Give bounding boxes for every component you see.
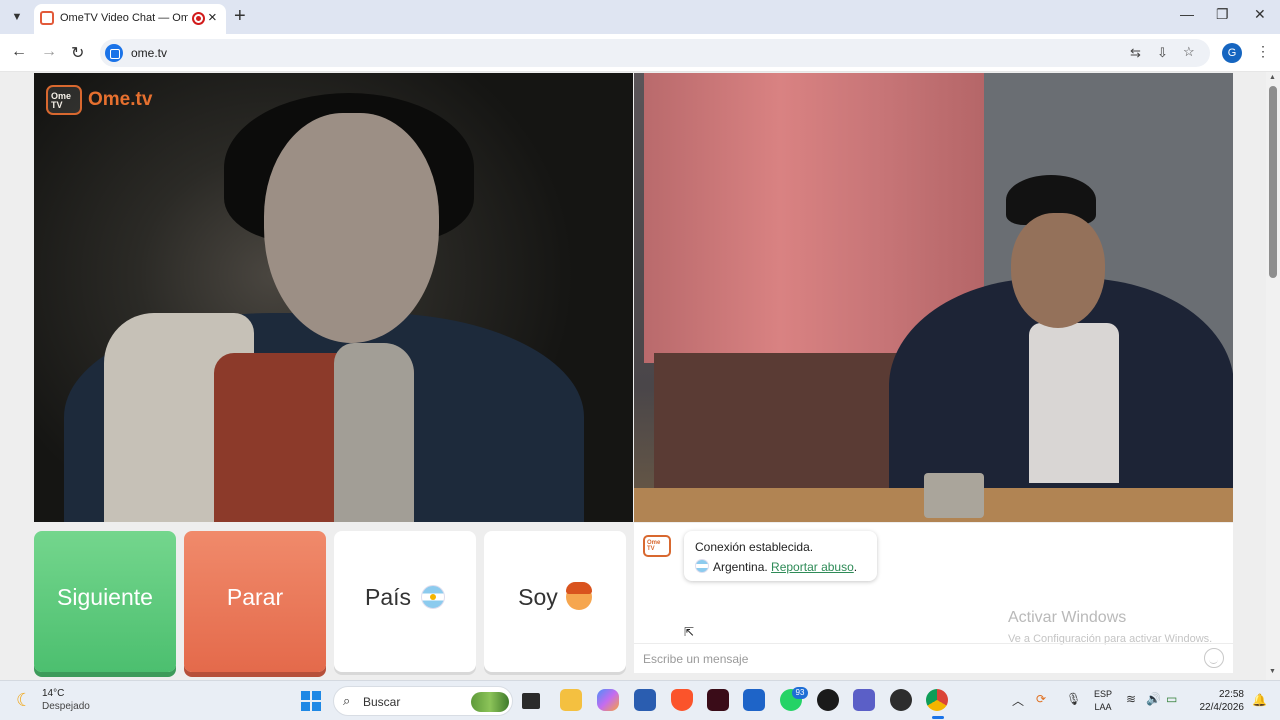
gender-button-label: Soy (518, 584, 558, 610)
local-face (1011, 213, 1105, 328)
next-button-label: Siguiente (57, 584, 153, 610)
microphone-icon[interactable]: 🎙 (1066, 692, 1081, 706)
stranger-country: Argentina. (713, 560, 768, 574)
chrome-icon[interactable] (926, 689, 948, 711)
obs-icon[interactable] (890, 689, 912, 711)
system-message: Conexión establecida. Argentina. Reporta… (684, 531, 877, 581)
stop-button[interactable]: Parar (184, 531, 326, 672)
teams-icon[interactable] (853, 689, 875, 711)
weather-condition[interactable]: Despejado (42, 701, 90, 712)
gender-button[interactable]: Soy (484, 531, 626, 672)
start-icon[interactable] (301, 691, 321, 711)
outlook-icon[interactable] (743, 689, 765, 711)
keyboard-layout: LAA (1094, 702, 1112, 712)
address-bar[interactable]: ome.tv ⇆ ⇩ ☆ (100, 39, 1210, 67)
valorant-icon[interactable] (707, 689, 729, 711)
volume-icon[interactable]: 🔊 (1146, 692, 1161, 706)
task-view-icon[interactable] (522, 693, 540, 709)
translate-icon[interactable]: ⇆ (1130, 45, 1141, 61)
menu-icon[interactable]: ⋮ (1256, 43, 1270, 60)
minimize-icon[interactable]: — (1180, 6, 1194, 22)
taskbar-search[interactable]: ⌕ Buscar (333, 686, 513, 716)
store-icon[interactable] (634, 689, 656, 711)
remote-video: Ome TV Ome.tv (34, 73, 633, 522)
ometv-favicon-icon (40, 11, 54, 25)
clock[interactable]: 22:58 22/4/2026 (1198, 688, 1245, 714)
language-code: ESP (1094, 689, 1113, 699)
next-button[interactable]: Siguiente (34, 531, 176, 672)
logo-badge-text: Ome TV (51, 91, 72, 110)
active-tab[interactable]: OmeTV Video Chat — Omegle × (34, 4, 226, 34)
stranger-country-line: Argentina. Reportar abuso. (695, 559, 857, 574)
chat-logo-text: Ome TV (647, 540, 661, 552)
file-explorer-icon[interactable] (560, 689, 582, 711)
forward-icon[interactable]: → (41, 43, 57, 61)
site-info-icon[interactable] (105, 44, 123, 62)
chat-tv-logo-icon: Ome TV (643, 535, 671, 557)
country-button[interactable]: País (334, 531, 476, 672)
install-icon[interactable]: ⇩ (1157, 45, 1168, 61)
chrome-active-indicator (932, 716, 944, 719)
bell-icon[interactable]: 🔔 (1252, 693, 1267, 707)
country-button-label: País (364, 584, 412, 610)
browser-toolbar: ← → ↻ ome.tv ⇆ ⇩ ☆ G ⋮ (0, 34, 1280, 72)
recorder-icon[interactable] (817, 689, 839, 711)
logo-wordmark: Ome.tv (88, 89, 153, 110)
new-tab-icon[interactable]: + (234, 5, 246, 28)
remote-face (264, 113, 439, 343)
tray-overflow-icon[interactable]: ︿ (1012, 692, 1024, 709)
argentina-small-flag-icon (695, 559, 709, 573)
message-input[interactable] (634, 644, 1194, 673)
battery-icon[interactable]: ▭ (1166, 692, 1177, 706)
moon-icon[interactable]: ☾ (16, 690, 32, 711)
star-icon[interactable]: ☆ (1183, 44, 1195, 60)
tab-strip: ▼ OmeTV Video Chat — Omegle × + — ❐ ✕ (0, 0, 1280, 34)
argentina-flag-icon (421, 584, 446, 609)
url-text[interactable]: ome.tv (131, 46, 167, 60)
brave-icon[interactable] (671, 689, 693, 711)
profile-avatar[interactable]: G (1222, 43, 1242, 63)
emoji-icon[interactable] (1204, 648, 1224, 668)
wifi-icon[interactable]: ≋ (1126, 692, 1136, 706)
clock-date: 22/4/2026 (1199, 702, 1245, 713)
windows-taskbar: ☾ 14°C Despejado ⌕ Buscar 93 ︿ ⟳ 🎙 ESP LA… (0, 680, 1280, 720)
local-shirt (1029, 323, 1119, 483)
close-tab-icon[interactable]: × (208, 9, 217, 26)
scroll-up-icon[interactable]: ▲ (1269, 74, 1276, 81)
chat-input-bar (634, 643, 1233, 673)
stop-button-label: Parar (226, 584, 284, 610)
chat-panel: Ome TV Conexión establecida. Argentina. … (634, 523, 1233, 673)
page-scrollbar[interactable]: ▲ ▼ (1266, 72, 1280, 680)
search-placeholder: Buscar (363, 695, 401, 709)
reload-icon[interactable]: ↻ (71, 43, 84, 63)
ometv-page: Ome TV Ome.tv Siguiente Parar País Soy O… (0, 72, 1280, 680)
report-abuse-link[interactable]: Reportar abuso (771, 560, 854, 574)
scroll-thumb[interactable] (1269, 86, 1277, 278)
remote-jacket-right (334, 343, 414, 522)
recording-icon (192, 12, 205, 25)
local-box (924, 473, 984, 518)
local-video (634, 73, 1233, 522)
tab-title: OmeTV Video Chat — Omegle (60, 12, 188, 24)
whatsapp-badge: 93 (792, 687, 808, 699)
search-highlight-icon (471, 692, 509, 712)
close-window-icon[interactable]: ✕ (1254, 6, 1266, 23)
search-icon: ⌕ (343, 693, 351, 708)
scroll-down-icon[interactable]: ▼ (1269, 668, 1276, 675)
tab-search-icon[interactable]: ▼ (6, 7, 28, 27)
clock-time: 22:58 (1218, 689, 1244, 700)
report-period: . (853, 560, 858, 574)
copilot-icon[interactable] (597, 689, 619, 711)
back-icon[interactable]: ← (11, 43, 27, 61)
mouse-cursor-icon: ⇱ (684, 625, 695, 639)
connection-status: Conexión establecida. (695, 540, 814, 554)
tv-logo-icon: Ome TV (46, 85, 82, 115)
boy-icon (565, 581, 592, 610)
sync-icon[interactable]: ⟳ (1036, 692, 1046, 706)
maximize-icon[interactable]: ❐ (1216, 6, 1229, 23)
weather-temperature[interactable]: 14°C (42, 688, 64, 699)
activate-windows-title: Activar Windows (1008, 609, 1127, 626)
language-indicator[interactable]: ESP LAA (1094, 688, 1112, 714)
